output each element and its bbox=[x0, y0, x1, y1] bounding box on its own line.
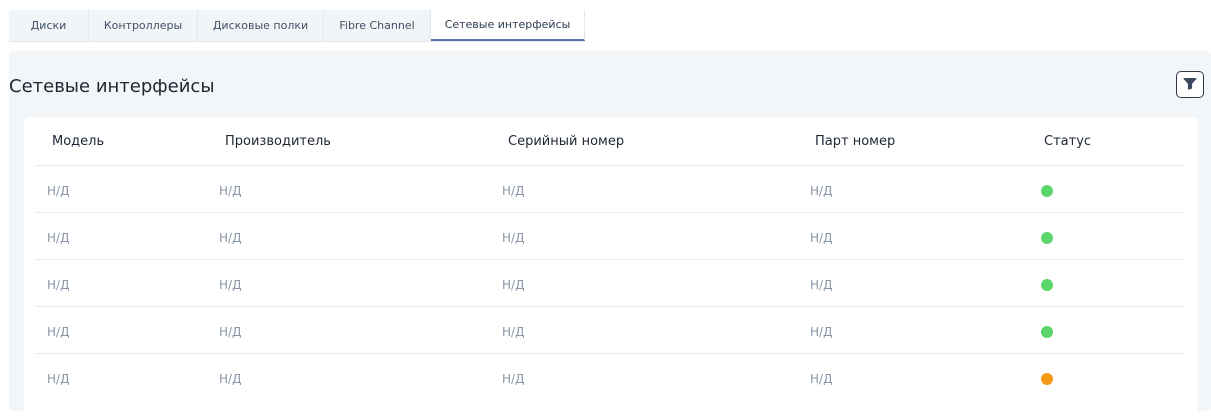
cell-part-number: Н/Д bbox=[810, 372, 833, 386]
cell-model: Н/Д bbox=[47, 325, 70, 339]
column-header-model[interactable]: Модель bbox=[52, 134, 104, 149]
tab-bar: Диски Контроллеры Дисковые полки Fibre C… bbox=[9, 10, 585, 42]
status-indicator bbox=[1041, 373, 1053, 385]
status-indicator bbox=[1041, 326, 1053, 338]
tab-disks[interactable]: Диски bbox=[9, 10, 89, 41]
cell-part-number: Н/Д bbox=[810, 231, 833, 245]
table-row[interactable]: Н/Д Н/Д Н/Д Н/Д bbox=[35, 165, 1184, 213]
cell-part-number: Н/Д bbox=[810, 184, 833, 198]
column-header-vendor[interactable]: Производитель bbox=[225, 134, 331, 149]
filter-icon bbox=[1183, 75, 1197, 94]
cell-vendor: Н/Д bbox=[219, 184, 242, 198]
cell-vendor: Н/Д bbox=[219, 372, 242, 386]
cell-part-number: Н/Д bbox=[810, 325, 833, 339]
column-header-serial[interactable]: Серийный номер bbox=[508, 134, 624, 149]
cell-serial: Н/Д bbox=[502, 325, 525, 339]
interfaces-table: Модель Производитель Серийный номер Парт… bbox=[24, 117, 1198, 417]
column-header-status[interactable]: Статус bbox=[1044, 134, 1091, 149]
table-row[interactable]: Н/Д Н/Д Н/Д Н/Д bbox=[35, 259, 1184, 307]
tab-fibre-channel[interactable]: Fibre Channel bbox=[324, 10, 431, 41]
table-row[interactable]: Н/Д Н/Д Н/Д Н/Д bbox=[35, 353, 1184, 401]
cell-model: Н/Д bbox=[47, 372, 70, 386]
status-indicator bbox=[1041, 232, 1053, 244]
cell-serial: Н/Д bbox=[502, 184, 525, 198]
cell-serial: Н/Д bbox=[502, 372, 525, 386]
filter-button[interactable] bbox=[1176, 71, 1204, 98]
table-row[interactable]: Н/Д Н/Д Н/Д Н/Д bbox=[35, 306, 1184, 354]
table-header: Модель Производитель Серийный номер Парт… bbox=[24, 117, 1198, 165]
cell-serial: Н/Д bbox=[502, 278, 525, 292]
cell-serial: Н/Д bbox=[502, 231, 525, 245]
table-row[interactable]: Н/Д Н/Д Н/Д Н/Д bbox=[35, 212, 1184, 260]
tab-disk-shelves[interactable]: Дисковые полки bbox=[198, 10, 324, 41]
cell-vendor: Н/Д bbox=[219, 278, 242, 292]
cell-model: Н/Д bbox=[47, 278, 70, 292]
status-indicator bbox=[1041, 279, 1053, 291]
network-interfaces-panel: Сетевые интерфейсы Модель Производитель … bbox=[9, 51, 1211, 417]
column-header-part-number[interactable]: Парт номер bbox=[815, 134, 895, 149]
cell-vendor: Н/Д bbox=[219, 325, 242, 339]
cell-vendor: Н/Д bbox=[219, 231, 242, 245]
cell-model: Н/Д bbox=[47, 231, 70, 245]
tab-network-interfaces[interactable]: Сетевые интерфейсы bbox=[431, 10, 585, 41]
cell-part-number: Н/Д bbox=[810, 278, 833, 292]
page-title: Сетевые интерфейсы bbox=[9, 76, 215, 97]
tab-controllers[interactable]: Контроллеры bbox=[89, 10, 198, 41]
cell-model: Н/Д bbox=[47, 184, 70, 198]
status-indicator bbox=[1041, 185, 1053, 197]
